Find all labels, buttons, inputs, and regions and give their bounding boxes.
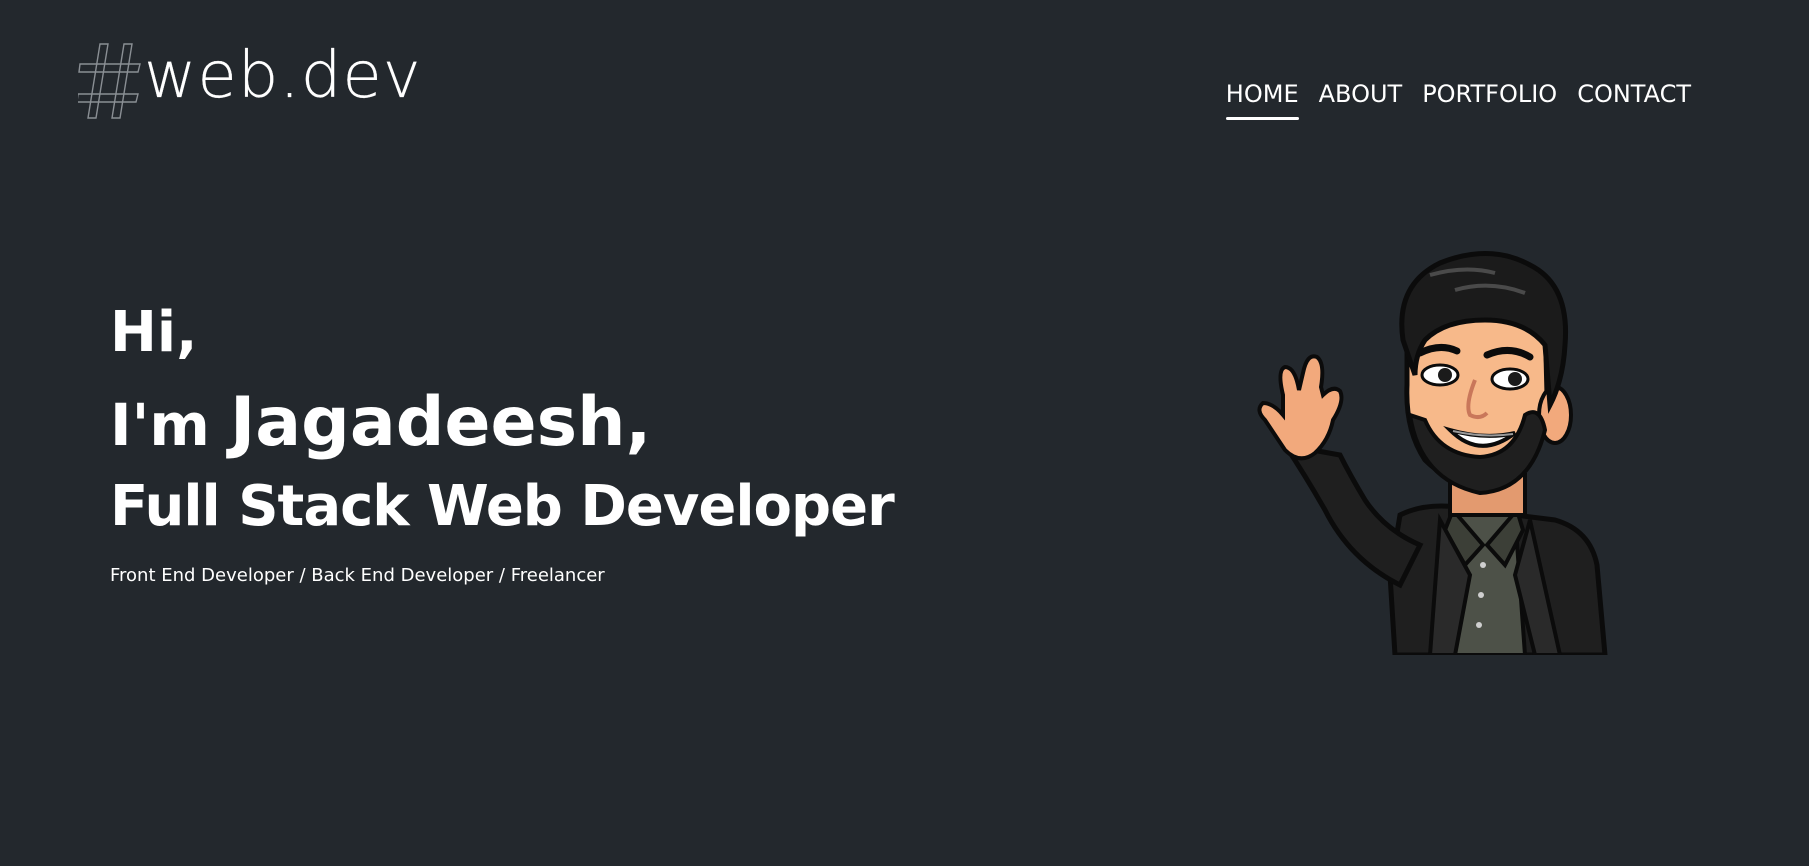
hero-subtitle: Front End Developer / Back End Developer… [110,565,605,586]
nav-home[interactable]: HOME [1225,80,1299,120]
waving-avatar-icon [1257,251,1608,655]
page: web.dev HOME ABOUT PORTFOLIO CONTACT Hi,… [0,0,1809,866]
hero-name: Jagadeesh, [229,383,652,462]
hero-role: Full Stack Web Developer [110,474,895,539]
logo-wordmark: web.dev [144,39,422,113]
hero-intro: I'm Jagadeesh, [110,389,894,457]
main-nav: HOME ABOUT PORTFOLIO CONTACT [1225,80,1691,120]
site-logo[interactable]: web.dev [78,36,422,122]
hero-intro-prefix: I'm [110,391,210,459]
hero-section: Hi, I'm Jagadeesh, Full Stack Web Develo… [110,300,895,587]
nav-contact[interactable]: CONTACT [1577,80,1691,120]
hash-logo-icon [78,43,141,119]
nav-portfolio[interactable]: PORTFOLIO [1422,80,1557,120]
hero-greeting: Hi, [110,300,198,365]
nav-about[interactable]: ABOUT [1319,80,1403,120]
